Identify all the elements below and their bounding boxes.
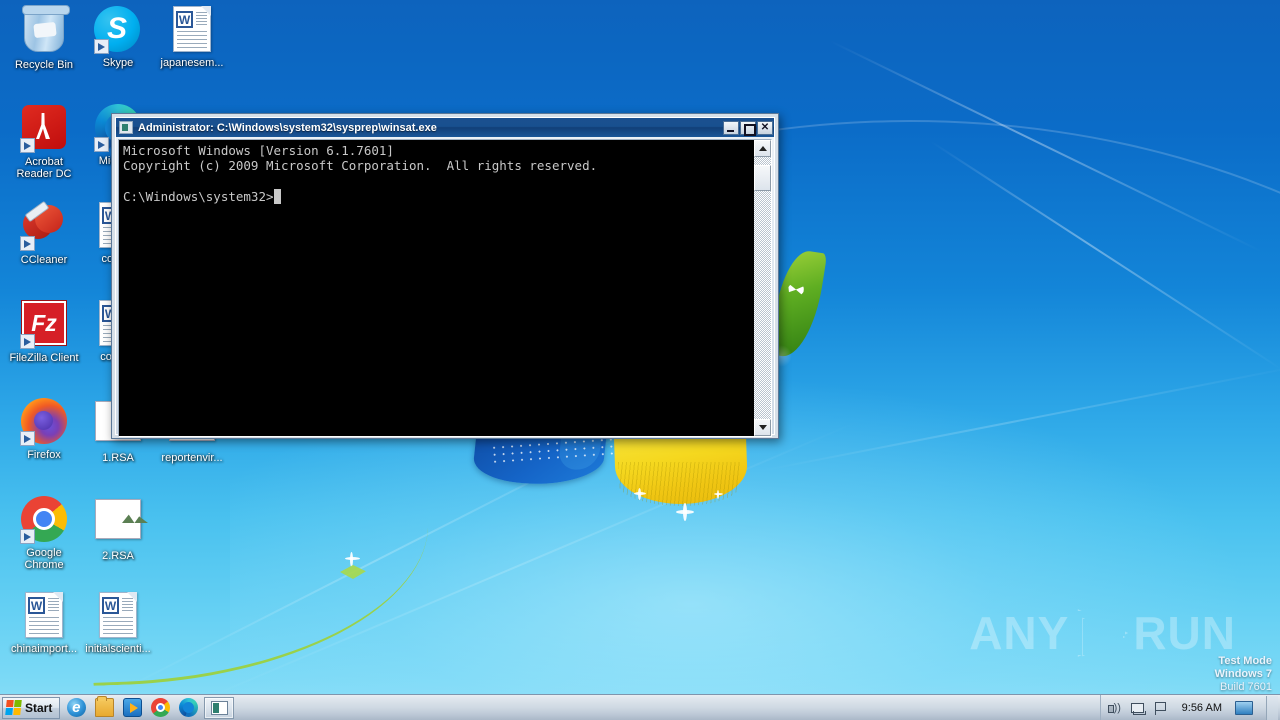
display-monitor-icon[interactable] (1235, 700, 1253, 715)
wallpaper-streak-1 (829, 40, 1262, 253)
test-mode-line: Test Mode (1218, 655, 1272, 667)
scroll-up-button[interactable] (754, 140, 771, 157)
quicklaunch-google-chrome[interactable] (148, 697, 172, 719)
word-document-icon: W (94, 592, 142, 640)
test-mode-watermark: Test Mode Windows 7 Build 7601 (1215, 655, 1272, 694)
desktop-icon-recycle-bin[interactable]: Recycle Bin (6, 5, 82, 71)
window-title: Administrator: C:\Windows\system32\syspr… (138, 121, 437, 134)
desktop-icon-2-rsa[interactable]: 2.RSA (80, 496, 156, 562)
desktop-icon-label: reportenvir... (161, 452, 223, 464)
acrobat-reader-icon (20, 105, 68, 153)
console-scrollbar[interactable] (754, 140, 771, 436)
minimize-button[interactable] (723, 120, 739, 135)
desktop-icon-label: 1.RSA (102, 452, 134, 464)
shortcut-arrow-icon (20, 529, 35, 544)
os-name-line: Windows 7 (1214, 668, 1272, 680)
google-chrome-icon (150, 698, 170, 717)
desktop-icon-label: Recycle Bin (14, 59, 74, 71)
desktop-icon-chinaimport[interactable]: W chinaimport... (6, 592, 82, 655)
shortcut-arrow-icon (20, 236, 35, 251)
desktop-icon-label: Skype (102, 57, 134, 69)
build-line: Build 7601 (1220, 681, 1272, 693)
desktop-icon-label: CCleaner (20, 254, 68, 266)
desktop-icon-google-chrome[interactable]: Google Chrome (6, 496, 82, 571)
microsoft-edge-icon (178, 698, 198, 717)
network-icon[interactable] (1130, 700, 1146, 716)
desktop-icon-label: FileZilla Client (9, 352, 79, 364)
wallpaper-streak-2 (929, 140, 1280, 371)
desktop-icon-label: japanesem... (160, 57, 224, 69)
start-button-label: Start (25, 700, 53, 715)
image-file-icon (94, 499, 142, 547)
command-prompt-window[interactable]: Administrator: C:\Windows\system32\syspr… (111, 113, 779, 439)
console-window-icon (210, 700, 228, 715)
window-frame: Administrator: C:\Windows\system32\syspr… (115, 117, 775, 437)
desktop-icon-label: Google Chrome (24, 547, 64, 571)
word-document-icon: W (168, 6, 216, 54)
shortcut-arrow-icon (94, 137, 109, 152)
filezilla-icon (20, 301, 68, 349)
console-area: Microsoft Windows [Version 6.1.7601] Cop… (118, 139, 772, 437)
wallpaper-leaf-tip (340, 565, 366, 579)
quicklaunch-microsoft-edge[interactable] (176, 697, 200, 719)
console-window-icon (119, 121, 133, 134)
start-button[interactable]: Start (2, 696, 61, 719)
desktop-icon-label: chinaimport... (10, 643, 78, 655)
desktop-icon-initialscienti[interactable]: W initialscienti... (80, 592, 156, 655)
anyrun-text-left: ANY (969, 607, 1070, 659)
desktop-icon-label: initialscienti... (85, 643, 151, 655)
desktop-icon-ccleaner[interactable]: CCleaner (6, 200, 82, 266)
desktop-icon-japanesem[interactable]: W japanesem... (154, 6, 230, 69)
internet-explorer-icon (66, 698, 86, 717)
quicklaunch-windows-media-player[interactable] (120, 697, 144, 719)
media-player-icon (122, 698, 142, 717)
console-output[interactable]: Microsoft Windows [Version 6.1.7601] Cop… (119, 140, 754, 436)
desktop-icon-skype[interactable]: Skype (80, 6, 156, 69)
show-desktop-button[interactable] (1266, 695, 1278, 720)
recycle-bin-icon (20, 5, 70, 56)
desktop-icon-label: Acrobat Reader DC (16, 156, 72, 180)
scroll-down-button[interactable] (754, 419, 771, 436)
anyrun-text-right: RUN (1133, 607, 1236, 659)
scrollbar-thumb[interactable] (754, 164, 771, 191)
quicklaunch-windows-explorer[interactable] (92, 696, 116, 719)
window-title-bar[interactable]: Administrator: C:\Windows\system32\syspr… (116, 118, 774, 137)
quicklaunch-internet-explorer[interactable] (64, 697, 88, 719)
action-center-flag-icon[interactable] (1153, 700, 1169, 716)
shortcut-arrow-icon (20, 431, 35, 446)
desktop-icon-acrobat-reader-dc[interactable]: Acrobat Reader DC (6, 104, 82, 180)
windows-logo-icon (5, 700, 22, 715)
close-button[interactable] (757, 120, 773, 135)
google-chrome-icon (20, 496, 68, 544)
shortcut-arrow-icon (20, 138, 35, 153)
desktop[interactable]: Recycle Bin Skype W japanesem... Acrobat… (0, 0, 1280, 720)
play-triangle-icon (1073, 607, 1129, 659)
skype-icon (94, 6, 142, 54)
folder-icon (94, 696, 114, 717)
scrollbar-track[interactable] (754, 157, 771, 419)
ccleaner-icon (20, 200, 68, 251)
volume-icon[interactable] (1107, 700, 1123, 716)
firefox-icon (20, 398, 68, 446)
taskbar[interactable]: Start 9:56 AM (0, 694, 1280, 720)
maximize-button[interactable] (740, 120, 756, 136)
taskbar-button-command-prompt[interactable] (204, 696, 235, 719)
system-tray[interactable]: 9:56 AM (1099, 694, 1280, 720)
anyrun-watermark: ANY RUN (969, 606, 1236, 660)
desktop-icon-label: 2.RSA (102, 550, 134, 562)
wallpaper-streak-5 (759, 363, 1280, 472)
console-text: Microsoft Windows [Version 6.1.7601] Cop… (123, 143, 598, 205)
taskbar-clock[interactable]: 9:56 AM (1176, 702, 1228, 714)
shortcut-arrow-icon (94, 39, 109, 54)
shortcut-arrow-icon (20, 334, 35, 349)
word-document-icon: W (20, 592, 68, 640)
desktop-icon-firefox[interactable]: Firefox (6, 398, 82, 461)
desktop-icon-filezilla-client[interactable]: FileZilla Client (6, 300, 82, 364)
console-cursor (273, 189, 282, 205)
desktop-icon-label: Firefox (27, 449, 61, 461)
